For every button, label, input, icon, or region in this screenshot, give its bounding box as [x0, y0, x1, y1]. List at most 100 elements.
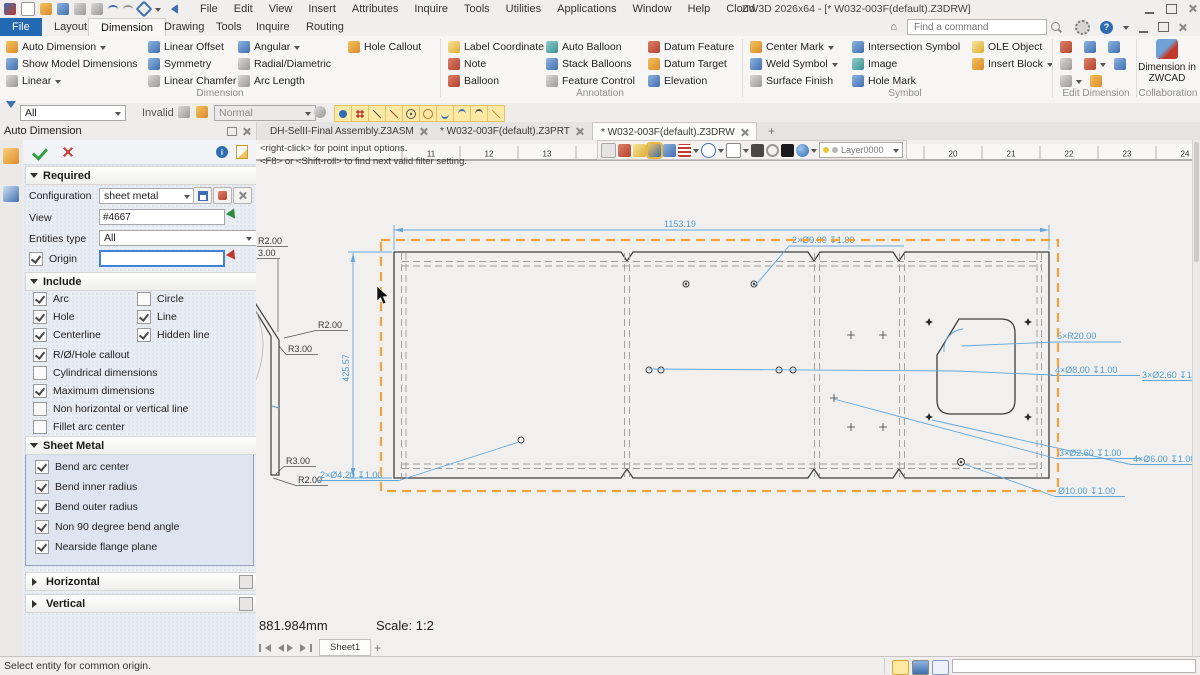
include-fillet-arc-center[interactable]: Fillet arc center [33, 420, 125, 434]
ribbon-balloon[interactable]: Balloon [448, 74, 499, 88]
doc-close-button[interactable] [1179, 24, 1186, 31]
chevron-down-icon[interactable] [811, 148, 817, 156]
section-vertical[interactable]: Vertical [25, 594, 258, 613]
ribbon-center-mark[interactable]: Center Mark [750, 40, 834, 54]
sheet-first-button[interactable] [259, 643, 271, 652]
close-button[interactable] [1189, 5, 1196, 12]
ribbon-auto-balloon[interactable]: Auto Balloon [546, 40, 622, 54]
copy-configuration-button[interactable] [213, 187, 232, 204]
help-dropdown-icon[interactable] [1123, 25, 1129, 33]
ok-button[interactable] [31, 143, 49, 161]
redo-icon[interactable] [123, 5, 133, 13]
dimension-text[interactable]: 5×R20.00 [1057, 331, 1096, 341]
monitor-icon[interactable] [912, 659, 929, 675]
ring-icon[interactable] [766, 143, 779, 157]
window-icon[interactable] [932, 659, 949, 675]
sm-bend-outer-radius[interactable]: Bend outer radius [35, 500, 138, 514]
menu-inquire[interactable]: Inquire [414, 3, 448, 15]
ribbon-hole-mark[interactable]: Hole Mark [852, 74, 916, 88]
dimension-text[interactable]: 4×Ø8.00 ↧1.00 [1055, 365, 1117, 375]
tab-inquire[interactable]: Inquire [244, 18, 302, 36]
tab-routing[interactable]: Routing [294, 18, 356, 36]
ribbon-symmetry[interactable]: Symmetry [148, 57, 211, 71]
delete-configuration-button[interactable] [233, 187, 252, 204]
find-command-input[interactable] [912, 20, 1034, 34]
tab-file[interactable]: File [0, 18, 42, 36]
menu-file[interactable]: File [200, 3, 218, 15]
home-icon[interactable]: ⌂ [890, 21, 897, 33]
dimension-text[interactable]: R2.00 [258, 236, 282, 246]
ribbon-surface-finish[interactable]: Surface Finish [750, 74, 833, 88]
chevron-down-icon[interactable] [693, 148, 699, 156]
ribbon-feature-control[interactable]: Feature Control [546, 74, 635, 88]
dimension-text[interactable]: R2.00 [318, 320, 342, 330]
doc-restore-button[interactable] [1158, 22, 1169, 32]
doc-minimize-button[interactable] [1139, 22, 1148, 33]
origin-input[interactable] [99, 250, 225, 267]
close-icon[interactable] [741, 129, 748, 136]
display-mode-icon[interactable] [751, 143, 764, 157]
ribbon-show-model-dimensions[interactable]: Show Model Dimensions [6, 57, 138, 71]
view-pick-icon[interactable] [225, 208, 243, 227]
section-required[interactable]: Required [25, 166, 258, 185]
color-palette-icon[interactable] [646, 141, 663, 159]
include-centerline[interactable]: Centerline [33, 328, 101, 342]
snap-spline-icon[interactable] [453, 105, 471, 122]
sheet-tab[interactable]: Sheet1 [319, 639, 372, 656]
sm-non-90-bend-angle[interactable]: Non 90 degree bend angle [35, 520, 179, 534]
dimension-text[interactable]: 425.57 [341, 354, 351, 382]
include-hole-callout[interactable]: R/Ø/Hole callout [33, 348, 129, 362]
render-sphere-icon[interactable] [796, 143, 809, 157]
cancel-button[interactable] [63, 147, 73, 157]
dimension-text[interactable]: R3.00 [286, 456, 310, 466]
pattern-grid-icon[interactable] [678, 143, 691, 157]
sm-bend-arc-center[interactable]: Bend arc center [35, 460, 129, 474]
origin-checkbox[interactable] [29, 252, 43, 266]
dimension-text[interactable]: 2×Ø4.20 ↧1.00 [320, 470, 382, 480]
menu-edit[interactable]: Edit [234, 3, 253, 15]
view-manager-icon[interactable] [3, 186, 19, 202]
paint-brush-icon[interactable] [633, 143, 646, 157]
vertical-scrollbar[interactable] [1192, 140, 1200, 656]
menu-window[interactable]: Window [632, 3, 671, 15]
vertical-checkbox[interactable] [239, 596, 253, 611]
snap-circle-icon[interactable] [419, 105, 437, 122]
ribbon-elevation[interactable]: Elevation [648, 74, 707, 88]
menu-view[interactable]: View [269, 3, 293, 15]
origin-checkbox-row[interactable]: Origin [29, 252, 77, 266]
dimension-text[interactable]: 3×Ø2.60 ↧1.00 [1142, 370, 1192, 380]
chevron-down-icon[interactable] [718, 148, 724, 156]
dimension-text[interactable]: 3.00 [258, 248, 276, 258]
style-options-icon[interactable] [314, 106, 326, 118]
include-hole[interactable]: Hole [33, 310, 75, 324]
edit-dim-text[interactable] [1060, 57, 1072, 71]
sheet-last-button[interactable] [300, 643, 312, 652]
snap-all-icon[interactable] [334, 105, 352, 122]
dimension-text[interactable]: 1153.19 [664, 219, 696, 229]
ribbon-hole-callout[interactable]: Hole Callout [348, 40, 421, 54]
close-icon[interactable] [420, 128, 427, 135]
ribbon-weld-symbol[interactable]: Weld Symbol [750, 57, 838, 71]
edit-dim-style[interactable] [1090, 74, 1102, 88]
save-configuration-button[interactable] [193, 187, 212, 204]
regen-icon[interactable] [135, 0, 153, 18]
manager-history-icon[interactable] [3, 148, 19, 164]
snap-segment-icon[interactable] [385, 105, 403, 122]
chevron-down-icon[interactable] [743, 148, 749, 156]
ribbon-linear-offset[interactable]: Linear Offset [148, 40, 224, 54]
back-icon[interactable] [166, 4, 178, 14]
ribbon-image[interactable]: Image [852, 57, 897, 71]
include-circle[interactable]: Circle [137, 292, 184, 306]
ribbon-linear-chamfer[interactable]: Linear Chamfer [148, 74, 236, 88]
dimension-text[interactable]: R2.00 [298, 475, 322, 485]
restore-button[interactable] [1166, 3, 1177, 14]
doc-tab-drawing[interactable]: * W032-003F(default).Z3DRW [592, 122, 757, 141]
section-sheet-metal[interactable]: Sheet Metal [25, 436, 258, 455]
snap-circle-center-icon[interactable] [402, 105, 420, 122]
configuration-combo[interactable]: sheet metal [99, 188, 195, 204]
info-icon[interactable]: i [216, 146, 228, 158]
ribbon-angular[interactable]: Angular [238, 40, 301, 54]
snap-curve-icon[interactable] [436, 105, 454, 122]
dimension-text[interactable]: R3.00 [288, 344, 312, 354]
quick-access-dropdown-icon[interactable] [155, 7, 161, 15]
